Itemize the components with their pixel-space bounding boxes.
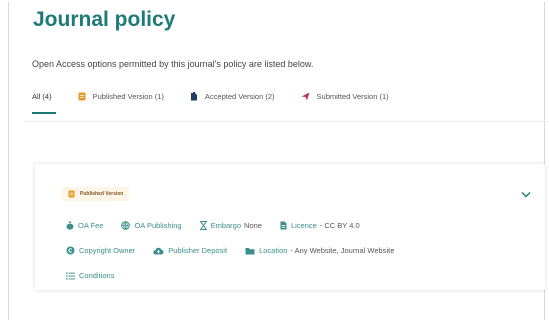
tab-submitted-label: Submitted Version (1) bbox=[316, 92, 389, 101]
conditions-item[interactable]: Conditions bbox=[66, 271, 114, 280]
oa-publishing-label: OA Publishing bbox=[134, 221, 182, 230]
location-value: - Any Website, Journal Website bbox=[290, 246, 395, 255]
published-version-badge: Published Version bbox=[62, 187, 130, 201]
tab-accepted-version[interactable]: Accepted Version (2) bbox=[190, 92, 275, 101]
tabs-divider bbox=[25, 121, 549, 122]
money-bag-icon bbox=[66, 221, 74, 230]
oa-publishing-item[interactable]: OA Publishing bbox=[121, 221, 182, 230]
tab-published-label: Published Version (1) bbox=[92, 92, 164, 101]
location-item[interactable]: Location - Any Website, Journal Website bbox=[245, 246, 394, 255]
location-label: Location bbox=[259, 246, 288, 255]
document-icon bbox=[68, 190, 75, 198]
licence-value: - CC BY 4.0 bbox=[319, 221, 360, 230]
list-icon bbox=[66, 272, 75, 280]
document-icon bbox=[78, 92, 86, 101]
licence-label: Licence bbox=[290, 221, 317, 230]
copyright-icon bbox=[66, 246, 75, 255]
policy-row-2: Copyright Owner Publisher Deposit Locati… bbox=[66, 246, 412, 255]
hourglass-icon bbox=[199, 221, 207, 230]
policy-row-1: OA Fee OA Publishing Embargo None Licenc… bbox=[66, 221, 378, 230]
embargo-item[interactable]: Embargo None bbox=[199, 221, 262, 230]
tab-published-version[interactable]: Published Version (1) bbox=[78, 92, 164, 101]
bookmark-doc-icon bbox=[190, 92, 198, 101]
tab-all-label: All (4) bbox=[32, 92, 52, 101]
version-tabs: All (4) Published Version (1) Accepted V… bbox=[32, 92, 415, 101]
copyright-owner-label: Copyright Owner bbox=[79, 246, 136, 255]
page-title: Journal policy bbox=[33, 8, 176, 31]
policy-row-3: Conditions bbox=[66, 271, 132, 280]
copyright-owner-item[interactable]: Copyright Owner bbox=[66, 246, 135, 255]
tab-accepted-label: Accepted Version (2) bbox=[204, 92, 275, 101]
licence-document-icon bbox=[280, 221, 287, 230]
oa-fee-item[interactable]: OA Fee bbox=[66, 221, 103, 230]
globe-icon bbox=[121, 221, 131, 230]
page-subtitle: Open Access options permitted by this jo… bbox=[32, 59, 314, 69]
embargo-label: Embargo bbox=[210, 221, 241, 230]
conditions-label: Conditions bbox=[79, 271, 115, 280]
page-frame: Journal policy Open Access options permi… bbox=[8, 2, 549, 320]
licence-item[interactable]: Licence - CC BY 4.0 bbox=[280, 221, 360, 230]
tab-submitted-version[interactable]: Submitted Version (1) bbox=[301, 92, 389, 101]
send-icon bbox=[301, 92, 310, 101]
badge-label: Published Version bbox=[80, 191, 124, 197]
folder-icon bbox=[245, 247, 255, 255]
oa-fee-label: OA Fee bbox=[78, 221, 104, 230]
policy-card: Published Version OA Fee OA Publishing E… bbox=[35, 164, 545, 290]
publisher-deposit-item[interactable]: Publisher Deposit bbox=[153, 246, 227, 255]
publisher-deposit-label: Publisher Deposit bbox=[168, 246, 228, 255]
embargo-value: None bbox=[244, 221, 262, 230]
tab-all[interactable]: All (4) bbox=[32, 92, 52, 101]
active-tab-indicator bbox=[32, 112, 56, 114]
cloud-upload-icon bbox=[153, 247, 164, 255]
chevron-down-icon[interactable] bbox=[521, 185, 531, 203]
